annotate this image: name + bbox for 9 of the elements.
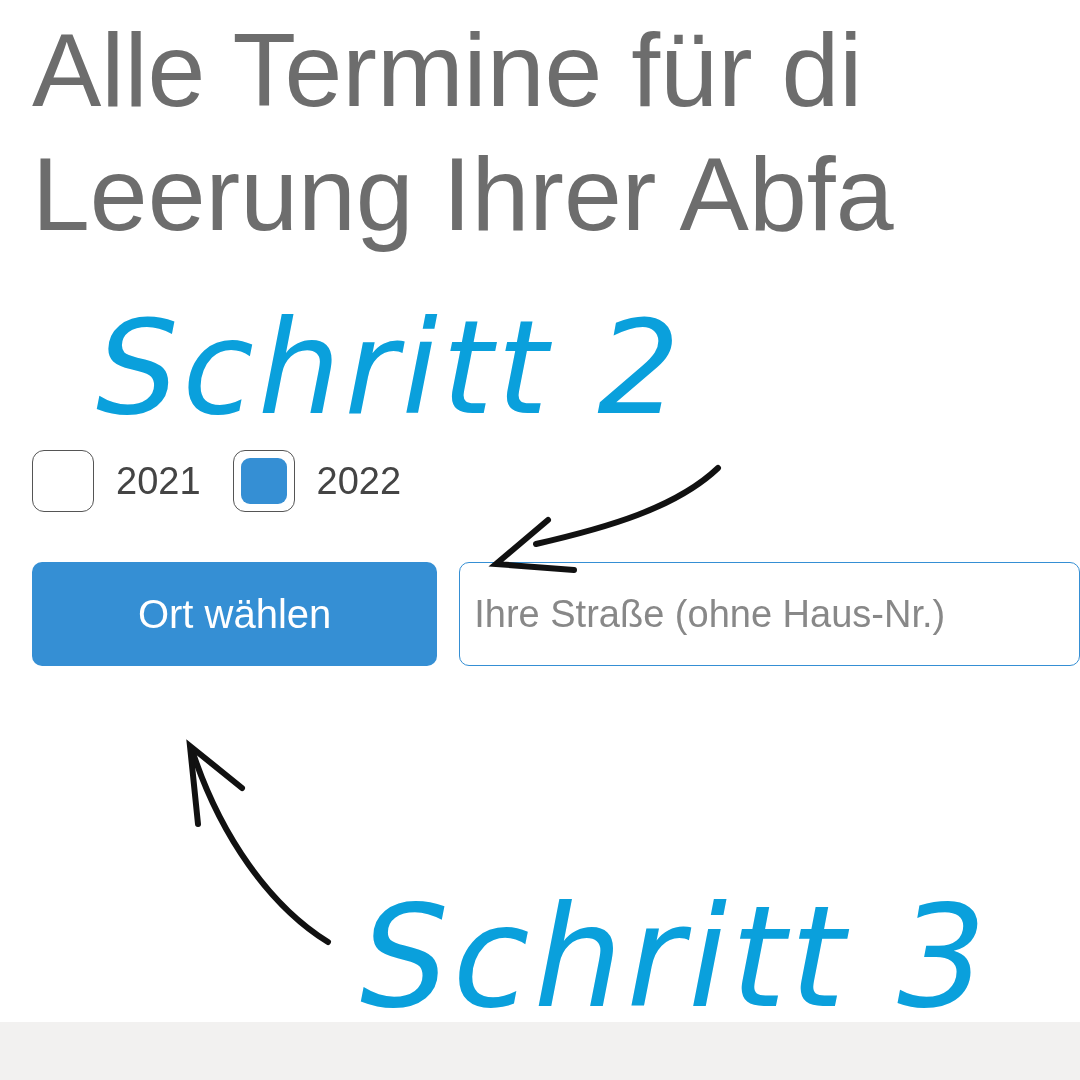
street-input[interactable]: Ihre Straße (ohne Haus-Nr.)	[459, 562, 1080, 666]
year-checkbox[interactable]	[232, 450, 295, 512]
handwritten-note: Schritt 3	[360, 878, 991, 1038]
year-checkbox[interactable]	[32, 450, 94, 512]
choose-town-button[interactable]: Ort wählen	[32, 562, 438, 666]
year-label: 2021	[116, 459, 201, 503]
year-label: 2022	[316, 459, 402, 503]
page-heading: Alle Termine für di Leerung Ihrer Abfa	[32, 11, 894, 254]
handwritten-note: Schritt 2	[96, 298, 684, 438]
